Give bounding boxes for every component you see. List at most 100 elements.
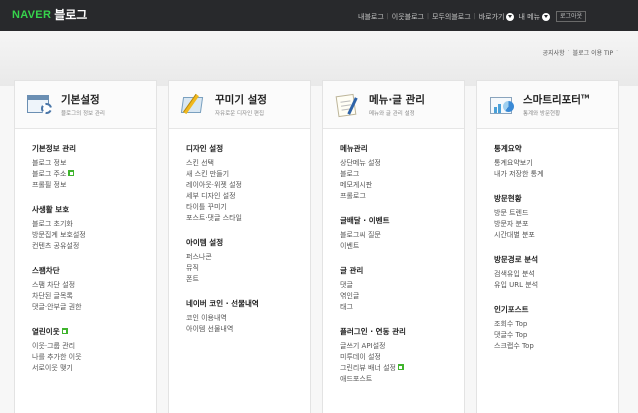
menu-link[interactable]: 블로그 <box>340 169 464 180</box>
section-title[interactable]: 통계요약 <box>494 143 618 154</box>
menu-link[interactable]: 댓글 <box>340 280 464 291</box>
menu-link[interactable]: 통계요약보기 <box>494 158 618 169</box>
menu-link[interactable]: 나를 추가한 이웃 <box>32 352 156 363</box>
column-header[interactable]: 꾸미기 설정 자유로운 디자인 편집 <box>169 81 310 129</box>
section-title[interactable]: 디자인 설정 <box>186 143 310 154</box>
menu-link[interactable]: 뮤직 <box>186 263 310 274</box>
section-title[interactable]: 기본정보 관리 <box>32 143 156 154</box>
menu-link[interactable]: 컨텐츠 공유설정 <box>32 241 156 252</box>
menu-link[interactable]: 댓글·안부글 권한 <box>32 302 156 313</box>
section-title[interactable]: 플러그인 · 연동 관리 <box>340 326 464 337</box>
menu-link[interactable]: 이벤트 <box>340 241 464 252</box>
section-spam: 스팸차단 스팸 차단 설정 차단된 글목록 댓글·안부글 권한 <box>32 265 156 313</box>
section-popular-post: 인기포스트 조회수 Top 댓글수 Top 스크랩수 Top <box>494 304 618 352</box>
menu-link[interactable]: 타이틀 꾸미기 <box>186 202 310 213</box>
menu-link[interactable]: 블로그 초기화 <box>32 219 156 230</box>
naver-logo-text[interactable]: NAVER <box>12 9 51 21</box>
menu-link-label[interactable]: 블로그 주소 <box>32 170 66 178</box>
menu-link[interactable]: 미투데이 설정 <box>340 352 464 363</box>
menu-link[interactable]: 아이템 선물내역 <box>186 324 310 335</box>
menu-link[interactable]: 포스트·댓글 스타일 <box>186 213 310 224</box>
blog-tip-link[interactable]: 블로그 이용 TIP <box>573 48 613 57</box>
section-title[interactable]: 글 관리 <box>340 265 464 276</box>
stats-chart-icon <box>487 93 517 117</box>
blog-logo-text[interactable]: 블로그 <box>54 6 87 23</box>
section-title[interactable]: 방문현황 <box>494 193 618 204</box>
menu-link[interactable]: 조회수 Top <box>494 319 618 330</box>
section-privacy: 사생활 보호 블로그 초기화 방문집계 보호설정 컨텐츠 공유설정 <box>32 204 156 252</box>
column-header[interactable]: 기본설정 블로그의 정보 관리 <box>15 81 156 129</box>
column-title: 스마트리포터 <box>523 94 581 106</box>
menu-link-with-badge[interactable]: 그린리뷰 배너 설정 <box>340 363 464 374</box>
menu-link[interactable]: 프롤필 정보 <box>32 180 156 191</box>
menu-link[interactable]: 차단된 글목록 <box>32 291 156 302</box>
menu-link[interactable]: 엮인글 <box>340 291 464 302</box>
section-title[interactable]: 네이버 코인 · 선물내역 <box>186 298 310 309</box>
menu-link[interactable]: 메모게시판 <box>340 180 464 191</box>
nav-shortcut[interactable]: 바로가기 <box>479 12 505 22</box>
section-title[interactable]: 글배달 · 이벤트 <box>340 215 464 226</box>
menu-link[interactable]: 상단메뉴 설정 <box>340 158 464 169</box>
section-title[interactable]: 메뉴관리 <box>340 143 464 154</box>
nav-neighbor-blog[interactable]: 이웃블로그 <box>392 12 424 22</box>
naver-blog-logo[interactable]: NAVER 블로그 <box>12 6 87 23</box>
menu-link[interactable]: 스팸 차단 설정 <box>32 280 156 291</box>
menu-link[interactable]: 시간대별 분포 <box>494 230 618 241</box>
menu-link[interactable]: 새 스킨 만들기 <box>186 169 310 180</box>
nav-separator: | <box>427 13 430 20</box>
menu-link[interactable]: 블로그씨 질문 <box>340 230 464 241</box>
top-nav-links: 내블로그 | 이웃블로그 | 모두의블로그 | 바로가기 내 메뉴 로그아웃 <box>358 11 587 22</box>
section-visit-status: 방문현황 방문 트렌드 방문자 분포 시간대별 분포 <box>494 193 618 241</box>
menu-link[interactable]: 블로그 정보 <box>32 158 156 169</box>
menu-link[interactable]: 태그 <box>340 302 464 313</box>
column-menu-post-management: 메뉴·글 관리 메뉴와 글 관리 설정 메뉴관리 상단메뉴 설정 블로그 메모게… <box>322 80 465 413</box>
document-pen-icon <box>333 93 363 117</box>
notice-link[interactable]: 공지사항 <box>543 48 565 57</box>
menu-link[interactable]: 레이아웃·위젯 설정 <box>186 180 310 191</box>
menu-link[interactable]: 세부 디자인 설정 <box>186 191 310 202</box>
nav-everyone-blog[interactable]: 모두의블로그 <box>432 12 471 22</box>
column-subtitle: 통계와 방문현황 <box>523 111 561 117</box>
column-header[interactable]: 스마트리포터TM 통계와 방문현황 <box>477 81 618 129</box>
top-navigation-bar: NAVER 블로그 내블로그 | 이웃블로그 | 모두의블로그 | 바로가기 내… <box>0 0 638 31</box>
logout-button[interactable]: 로그아웃 <box>556 11 587 22</box>
section-title-with-badge[interactable]: 열린이웃 <box>32 326 156 337</box>
menu-link[interactable]: 방문자 분포 <box>494 219 618 230</box>
menu-link[interactable]: 이웃·그룹 관리 <box>32 341 156 352</box>
menu-link-with-badge[interactable]: 블로그 주소 <box>32 169 156 180</box>
chevron-down-icon[interactable] <box>542 12 551 21</box>
section-title[interactable]: 인기포스트 <box>494 304 618 315</box>
column-header[interactable]: 메뉴·글 관리 메뉴와 글 관리 설정 <box>323 81 464 129</box>
section-title[interactable]: 아이템 설정 <box>186 237 310 248</box>
column-title: 메뉴·글 관리 <box>369 94 425 106</box>
menu-link[interactable]: 스크랩수 Top <box>494 341 618 352</box>
section-coin: 네이버 코인 · 선물내역 코인 이용내역 아이템 선물내역 <box>186 298 310 335</box>
menu-link[interactable]: 방문 트렌드 <box>494 208 618 219</box>
column-subtitle: 블로그의 정보 관리 <box>61 111 105 117</box>
menu-link[interactable]: 프롤로그 <box>340 191 464 202</box>
menu-link[interactable]: 서로이웃 맺기 <box>32 363 156 374</box>
menu-link[interactable]: 검색유입 분석 <box>494 269 618 280</box>
menu-link-label[interactable]: 그린리뷰 배너 설정 <box>340 364 396 372</box>
menu-link[interactable]: 댓글수 Top <box>494 330 618 341</box>
menu-link[interactable]: 애드포스트 <box>340 374 464 385</box>
menu-link[interactable]: 코인 이용내역 <box>186 313 310 324</box>
nav-my-menu[interactable]: 내 메뉴 <box>518 12 540 22</box>
section-title[interactable]: 열린이웃 <box>32 327 60 336</box>
section-title[interactable]: 스팸차단 <box>32 265 156 276</box>
settings-window-icon <box>25 93 55 117</box>
section-title[interactable]: 사생활 보호 <box>32 204 156 215</box>
menu-link[interactable]: 글쓰기 API설정 <box>340 341 464 352</box>
section-title[interactable]: 방문경로 분석 <box>494 254 618 265</box>
menu-link[interactable]: 폰트 <box>186 274 310 285</box>
menu-link[interactable]: 유입 URL 분석 <box>494 280 618 291</box>
section-delivery-event: 글배달 · 이벤트 블로그씨 질문 이벤트 <box>340 215 464 252</box>
nav-my-blog[interactable]: 내블로그 <box>358 12 384 22</box>
chevron-down-icon[interactable] <box>506 12 515 21</box>
new-badge-icon <box>397 364 404 370</box>
menu-link[interactable]: 퍼스나콘 <box>186 252 310 263</box>
menu-link[interactable]: 방문집계 보호설정 <box>32 230 156 241</box>
menu-link[interactable]: 스킨 선택 <box>186 158 310 169</box>
column-title: 꾸미기 설정 <box>215 94 267 106</box>
menu-link[interactable]: 내가 저장한 통계 <box>494 169 618 180</box>
